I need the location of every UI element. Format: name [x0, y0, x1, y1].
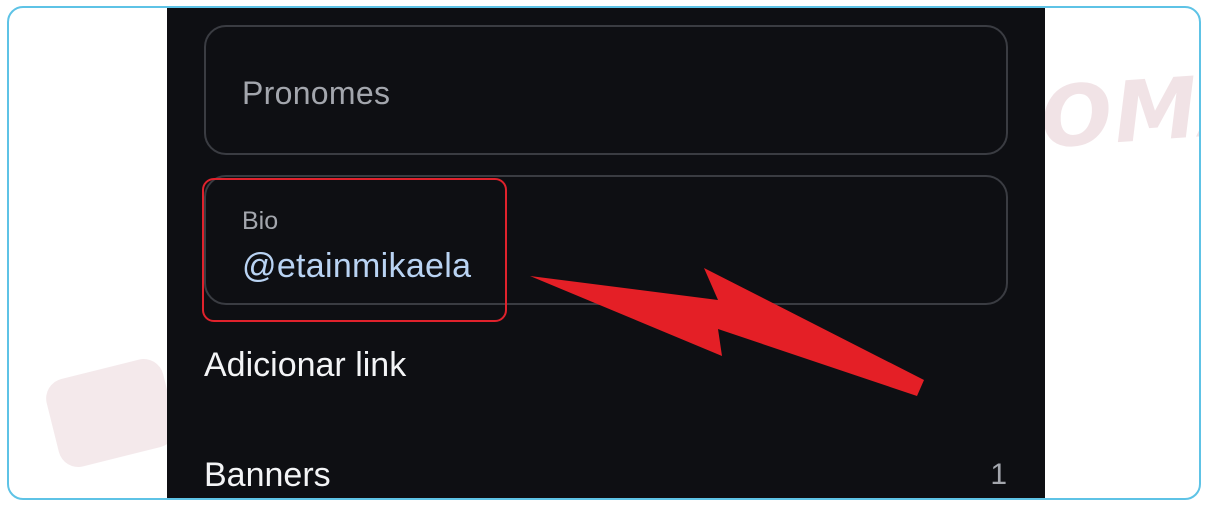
- pronouns-field[interactable]: Pronomes: [204, 25, 1008, 155]
- bio-highlight-box: [202, 178, 507, 322]
- add-link-button[interactable]: Adicionar link: [204, 346, 406, 385]
- watermark-badge: [41, 354, 181, 472]
- screenshot-frame: PULSOMAX PULSOMAX Pronomes Bio @etainmik…: [7, 6, 1201, 500]
- pronouns-placeholder: Pronomes: [242, 75, 391, 111]
- banners-item[interactable]: Banners: [204, 456, 331, 495]
- banners-count: 1: [990, 458, 1007, 491]
- profile-edit-screen: Pronomes Bio @etainmikaela Adicionar lin…: [167, 8, 1045, 498]
